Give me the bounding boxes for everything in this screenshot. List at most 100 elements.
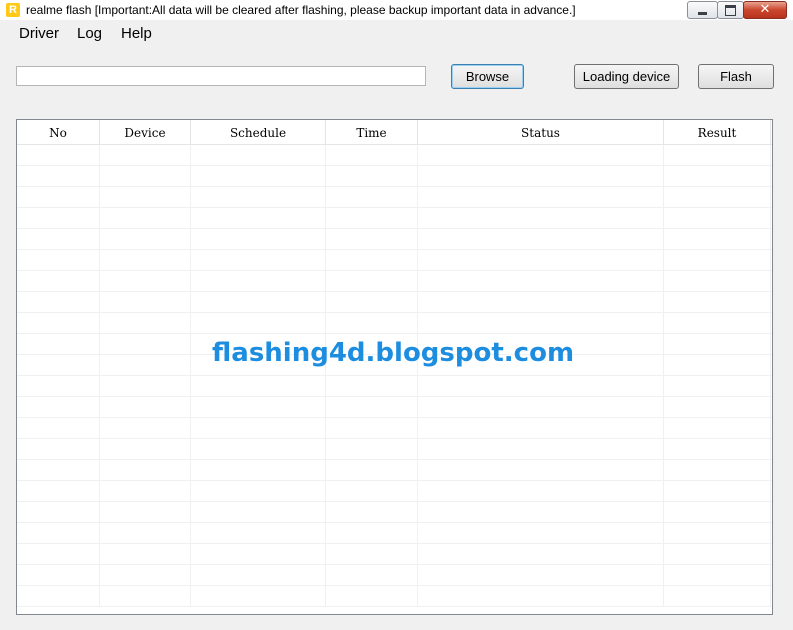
table-cell (17, 439, 100, 460)
flash-button[interactable]: Flash (698, 64, 774, 89)
menu-log[interactable]: Log (77, 25, 102, 42)
table-row[interactable] (17, 229, 772, 250)
table-cell (664, 460, 771, 481)
table-cell (326, 229, 418, 250)
table-row[interactable] (17, 376, 772, 397)
table-row[interactable] (17, 439, 772, 460)
table-row[interactable] (17, 481, 772, 502)
table-cell (100, 208, 191, 229)
table-cell (191, 418, 326, 439)
loading-device-button[interactable]: Loading device (574, 64, 679, 89)
table-cell (100, 292, 191, 313)
menu-help[interactable]: Help (121, 25, 152, 42)
table-cell (664, 544, 771, 565)
table-row[interactable] (17, 250, 772, 271)
menu-driver[interactable]: Driver (19, 25, 59, 42)
table-row[interactable] (17, 166, 772, 187)
table-cell (326, 145, 418, 166)
table-row[interactable] (17, 187, 772, 208)
table-row[interactable] (17, 586, 772, 607)
table-cell (664, 565, 771, 586)
table-cell (418, 481, 664, 502)
table-row[interactable] (17, 208, 772, 229)
table-cell (664, 292, 771, 313)
table-cell (100, 145, 191, 166)
table-row[interactable] (17, 544, 772, 565)
table-cell (326, 166, 418, 187)
table-row[interactable] (17, 502, 772, 523)
table-cell (326, 523, 418, 544)
table-cell (326, 481, 418, 502)
table-cell (326, 460, 418, 481)
table-cell (326, 586, 418, 607)
table-row[interactable] (17, 523, 772, 544)
table-row[interactable] (17, 313, 772, 334)
table-cell (326, 208, 418, 229)
table-cell (664, 439, 771, 460)
table-cell (17, 418, 100, 439)
table-cell (664, 208, 771, 229)
table-cell (191, 460, 326, 481)
table-cell (418, 523, 664, 544)
title-bar[interactable]: R realme flash [Important:All data will … (0, 0, 793, 20)
firmware-path-input[interactable] (16, 66, 426, 86)
minimize-button[interactable] (687, 1, 718, 19)
table-cell (191, 586, 326, 607)
table-cell (17, 523, 100, 544)
table-cell (100, 187, 191, 208)
table-cell (100, 439, 191, 460)
table-cell (664, 187, 771, 208)
table-cell (17, 376, 100, 397)
close-button[interactable]: ✕ (743, 1, 787, 19)
column-header-no[interactable]: No (17, 120, 100, 144)
table-cell (100, 313, 191, 334)
table-cell (418, 145, 664, 166)
window-title: realme flash [Important:All data will be… (26, 3, 576, 17)
minimize-icon (698, 12, 707, 15)
table-row[interactable] (17, 145, 772, 166)
column-header-time[interactable]: Time (326, 120, 418, 144)
table-row[interactable] (17, 271, 772, 292)
column-header-result[interactable]: Result (664, 120, 771, 144)
table-cell (100, 397, 191, 418)
column-header-device[interactable]: Device (100, 120, 191, 144)
table-cell (17, 271, 100, 292)
table-cell (100, 271, 191, 292)
table-cell (664, 271, 771, 292)
table-cell (191, 439, 326, 460)
table-cell (418, 229, 664, 250)
window-controls: ✕ (687, 1, 787, 19)
table-cell (17, 481, 100, 502)
table-cell (418, 376, 664, 397)
column-header-schedule[interactable]: Schedule (191, 120, 326, 144)
table-cell (418, 292, 664, 313)
table-row[interactable] (17, 460, 772, 481)
table-cell (664, 313, 771, 334)
table-cell (326, 187, 418, 208)
table-cell (418, 208, 664, 229)
table-cell (17, 292, 100, 313)
table-row[interactable] (17, 418, 772, 439)
table-row[interactable] (17, 292, 772, 313)
table-cell (326, 565, 418, 586)
table-cell (664, 250, 771, 271)
table-cell (100, 523, 191, 544)
table-cell (326, 502, 418, 523)
table-row[interactable] (17, 397, 772, 418)
table-header: No Device Schedule Time Status Result (17, 120, 772, 145)
table-cell (100, 460, 191, 481)
table-cell (17, 586, 100, 607)
column-header-status[interactable]: Status (418, 120, 664, 144)
realme-app-icon: R (6, 3, 20, 17)
table-cell (191, 397, 326, 418)
maximize-button[interactable] (717, 1, 744, 19)
table-cell (418, 313, 664, 334)
table-cell (100, 334, 191, 355)
table-cell (17, 565, 100, 586)
table-cell (100, 565, 191, 586)
table-row[interactable] (17, 565, 772, 586)
browse-button[interactable]: Browse (451, 64, 524, 89)
table-cell (664, 418, 771, 439)
menu-bar: Driver Log Help (0, 22, 793, 46)
table-cell (100, 544, 191, 565)
